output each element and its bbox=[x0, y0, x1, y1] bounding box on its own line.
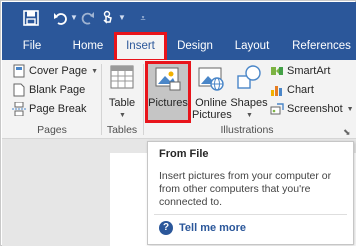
tell-me-more-label: Tell me more bbox=[179, 222, 247, 234]
table-label: Table bbox=[108, 97, 136, 109]
group-divider bbox=[143, 64, 144, 135]
tooltip-divider bbox=[154, 214, 347, 215]
touch-mode-icon[interactable] bbox=[101, 8, 115, 28]
chart-label: Chart bbox=[287, 84, 314, 96]
chevron-down-icon: ▼ bbox=[91, 67, 99, 75]
pictures-label: Pictures bbox=[148, 97, 188, 109]
page-break-button[interactable]: Page Break bbox=[12, 101, 86, 117]
chart-button[interactable]: Chart bbox=[270, 82, 314, 98]
page-break-label: Page Break bbox=[29, 103, 87, 115]
table-icon bbox=[110, 65, 134, 92]
online-pictures-label-line2: Pictures bbox=[192, 109, 232, 121]
smartart-label: SmartArt bbox=[287, 65, 331, 77]
chevron-down-icon: ▼ bbox=[119, 112, 126, 119]
tab-home[interactable]: Home bbox=[62, 34, 114, 60]
quick-access-toolbar: ▼ ▼ ⩡ bbox=[2, 2, 356, 34]
pictures-icon bbox=[155, 65, 181, 94]
screenshot-icon bbox=[270, 102, 284, 116]
screenshot-label: Screenshot bbox=[287, 103, 343, 115]
chart-icon bbox=[270, 83, 284, 97]
save-icon[interactable] bbox=[23, 8, 39, 28]
word-window: ▼ ▼ ⩡ File Home Insert Design Layout Ref… bbox=[0, 0, 356, 246]
online-pictures-button[interactable]: Online Pictures bbox=[192, 63, 232, 121]
customize-qat-icon[interactable]: ⩡ bbox=[138, 9, 148, 27]
page-break-icon bbox=[12, 101, 26, 117]
table-button[interactable]: Table ▼ bbox=[105, 63, 139, 121]
online-pictures-icon bbox=[198, 65, 224, 94]
tell-me-more-link[interactable]: ? Tell me more bbox=[159, 221, 246, 235]
tooltip-description: Insert pictures from your computer or fr… bbox=[159, 170, 332, 208]
pages-group-label: Pages bbox=[37, 124, 67, 136]
chevron-down-icon: ▼ bbox=[246, 112, 253, 119]
redo-icon[interactable] bbox=[81, 8, 95, 28]
tab-file[interactable]: File bbox=[12, 34, 52, 60]
cover-page-icon bbox=[12, 64, 26, 78]
online-pictures-label-line1: Online bbox=[195, 97, 227, 109]
undo-dropdown-icon[interactable]: ▼ bbox=[69, 9, 79, 27]
pictures-button[interactable]: Pictures bbox=[145, 61, 191, 123]
pictures-tooltip: From File Insert pictures from your comp… bbox=[147, 141, 354, 245]
tables-group-label: Tables bbox=[106, 124, 138, 136]
help-icon: ? bbox=[159, 221, 173, 235]
illustrations-group-label: Illustrations bbox=[220, 124, 274, 136]
blank-page-icon bbox=[12, 83, 26, 97]
ribbon-insert: Cover Page ▼ Blank Page Page Break Pages … bbox=[2, 60, 356, 139]
tab-insert[interactable]: Insert bbox=[114, 32, 167, 62]
cover-page-button[interactable]: Cover Page ▼ bbox=[12, 63, 98, 79]
shapes-label: Shapes bbox=[230, 97, 268, 109]
cover-page-label: Cover Page bbox=[29, 65, 88, 77]
tooltip-title: From File bbox=[159, 148, 209, 160]
undo-icon[interactable] bbox=[53, 8, 69, 28]
chevron-down-icon: ▼ bbox=[346, 105, 354, 113]
blank-page-button[interactable]: Blank Page bbox=[12, 82, 85, 98]
tab-design[interactable]: Design bbox=[171, 34, 219, 60]
screenshot-button[interactable]: Screenshot ▼ bbox=[270, 101, 354, 117]
smartart-icon bbox=[270, 64, 284, 78]
shapes-button[interactable]: Shapes ▼ bbox=[230, 63, 268, 121]
tab-references[interactable]: References bbox=[287, 34, 356, 60]
touch-mode-dropdown-icon[interactable]: ▼ bbox=[117, 9, 127, 27]
group-divider bbox=[101, 64, 102, 135]
ribbon-tabs: File Home Insert Design Layout Reference… bbox=[2, 32, 356, 62]
blank-page-label: Blank Page bbox=[29, 84, 86, 96]
dialog-launcher-icon[interactable]: ⬊ bbox=[343, 124, 351, 140]
tab-layout[interactable]: Layout bbox=[228, 34, 276, 60]
shapes-icon bbox=[236, 65, 262, 94]
smartart-button[interactable]: SmartArt bbox=[270, 63, 330, 79]
